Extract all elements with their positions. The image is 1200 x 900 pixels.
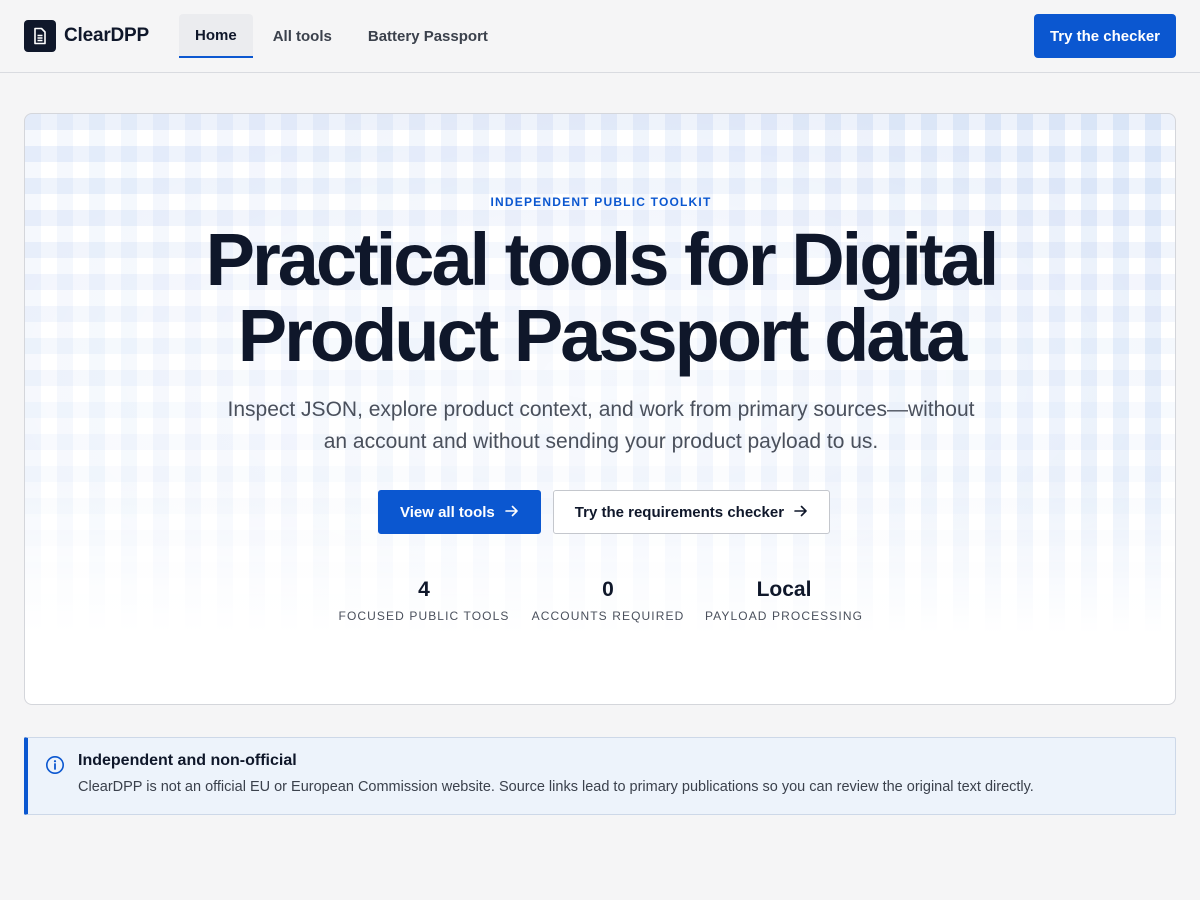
stat-processing: Local PAYLOAD PROCESSING: [705, 576, 863, 624]
stat-value: 4: [418, 578, 430, 601]
stat-tools: 4 FOCUSED PUBLIC TOOLS: [339, 576, 510, 624]
arrow-right-icon: [794, 505, 808, 520]
hero-subtitle: Inspect JSON, explore product context, a…: [227, 398, 975, 453]
hero-card: INDEPENDENT PUBLIC TOOLKIT Practical too…: [24, 113, 1176, 705]
hero-eyebrow: INDEPENDENT PUBLIC TOOLKIT: [490, 195, 712, 209]
nav-item-battery-passport[interactable]: Battery Passport: [352, 14, 504, 58]
hero-title: Practical tools for Digital Product Pass…: [205, 218, 1000, 377]
main-nav: Home All tools Battery Passport: [179, 14, 504, 58]
stat-label: PAYLOAD PROCESSING: [704, 609, 864, 623]
document-icon: [24, 20, 56, 52]
brand-name: ClearDPP: [64, 25, 149, 46]
notice-title: Independent and non-official: [78, 752, 297, 769]
stat-value: Local: [756, 578, 812, 601]
view-all-tools-label: View all tools: [400, 503, 495, 521]
stat-label: FOCUSED PUBLIC TOOLS: [338, 609, 510, 623]
try-requirements-checker-label: Try the requirements checker: [574, 503, 785, 521]
top-navigation-bar: ClearDPP Home All tools Battery Passport…: [0, 0, 1200, 73]
stat-accounts: 0 ACCOUNTS REQUIRED: [532, 576, 685, 624]
stat-label: ACCOUNTS REQUIRED: [531, 609, 685, 623]
nav-item-home[interactable]: Home: [179, 14, 253, 58]
independence-notice: Independent and non-official ClearDPP is…: [24, 737, 1176, 815]
brand-link[interactable]: ClearDPP: [24, 20, 149, 52]
nav-item-all-tools[interactable]: All tools: [257, 14, 348, 58]
try-requirements-checker-button[interactable]: Try the requirements checker: [552, 490, 831, 534]
notice-body: ClearDPP is not an official EU or Europe…: [78, 779, 1034, 795]
view-all-tools-button[interactable]: View all tools: [378, 490, 541, 534]
info-icon: [45, 755, 65, 775]
stat-value: 0: [602, 578, 614, 601]
arrow-right-icon: [504, 505, 519, 520]
hero-actions: View all tools Try the requirements chec…: [378, 490, 831, 534]
try-checker-button[interactable]: Try the checker: [1033, 14, 1176, 58]
